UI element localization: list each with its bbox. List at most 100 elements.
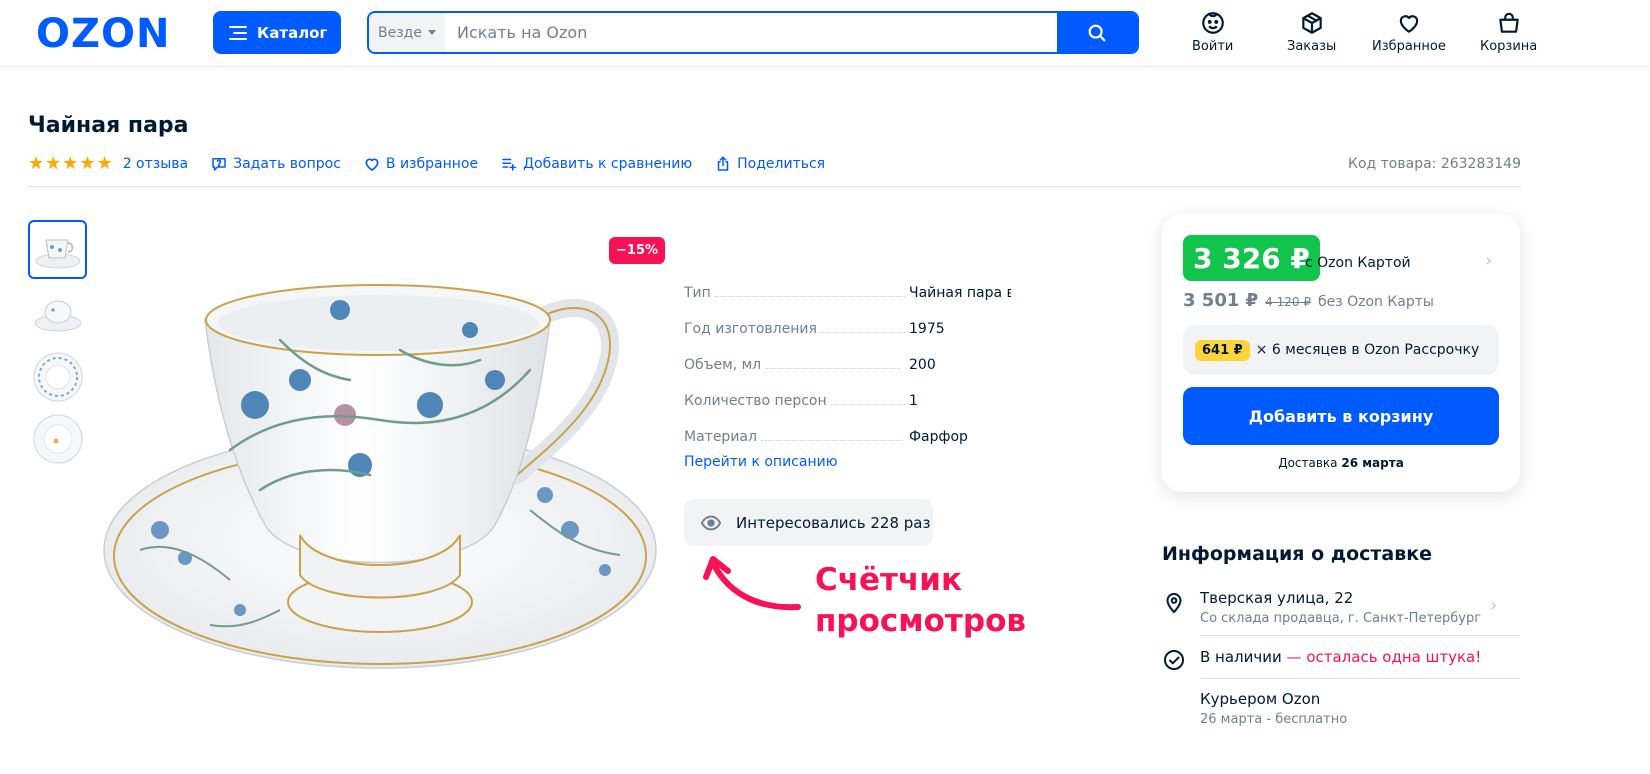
compare-label: Добавить к сравнению [523,156,693,172]
spec-key: Тип [684,285,711,301]
title-divider [28,186,1521,187]
search-scope-label: Везде [378,24,422,41]
gallery-thumb-1[interactable] [28,220,87,279]
old-price: 4 120 ₽ [1265,295,1311,309]
chevron-down-icon [427,30,436,35]
spec-leader [765,368,901,369]
spec-value: 1975 [909,321,945,337]
search-input[interactable] [445,13,1057,52]
spec-leader [820,332,923,333]
product-main-image[interactable] [100,230,660,700]
stock-row: В наличии — осталась одна штука! [1162,648,1520,674]
installment-text: × 6 месяцев в Ozon Рассрочку [1255,342,1480,358]
cart-button[interactable]: Корзина [1480,10,1537,54]
teacup-side-thumbnail [34,300,81,331]
gallery-thumb-2[interactable] [28,285,87,344]
courier-label: Курьером Ozon [1200,690,1321,708]
saucer-top-thumbnail [33,352,82,401]
spec-key: Год изготовления [684,321,817,337]
regular-price: 3 501 ₽ [1183,290,1259,311]
star-icon: ★ [79,153,96,174]
regular-price-row: 3 501 ₽ 4 120 ₽ без Ozon Карты [1183,290,1434,311]
user-face-icon [1201,12,1224,34]
callout-line-1: Счётчик [815,562,963,598]
catalog-button[interactable]: Каталог [213,11,341,54]
search-icon [1088,24,1106,41]
product-meta-row: ★ ★ ★ ★ ★ 2 отзыва Задать вопрос В избра… [28,152,1521,176]
ask-question-label: Задать вопрос [233,156,341,172]
spec-row: Год изготовления 1975 [684,301,1014,337]
add-to-cart-button[interactable]: Добавить в корзину [1183,387,1499,445]
spec-key: Материал [684,429,757,445]
bag-icon [1498,12,1519,33]
stock-label: В наличии [1200,648,1282,666]
callout-line-2: просмотров [815,603,1026,639]
spec-key: Количество персон [684,393,827,409]
spec-leader [714,296,905,297]
stock-status: В наличии — осталась одна штука! [1200,648,1481,666]
compare-list-icon [502,158,517,171]
spec-value: 1 [909,393,918,409]
regular-price-note: без Ozon Карты [1317,294,1434,310]
search-button[interactable] [1057,13,1137,52]
courier-row: Курьером Ozon 26 марта - бесплатно [1162,690,1520,730]
heart-icon [1399,15,1419,33]
box-icon [1301,12,1322,34]
star-icon: ★ [45,153,62,174]
login-label: Войти [1192,39,1234,54]
question-bubble-icon [212,158,226,171]
delivery-prefix: Доставка [1278,456,1338,470]
delivery-date-value: 26 марта [1341,456,1404,470]
share-link[interactable]: Поделиться [714,155,825,173]
catalog-button-label: Каталог [257,23,328,42]
spec-key: Объем, мл [684,357,762,373]
star-icon: ★ [28,153,45,174]
location-pin-icon [1166,593,1182,614]
search-scope-dropdown[interactable]: Везде [369,13,445,52]
spec-leader [760,440,903,441]
favorites-button[interactable]: Избранное [1372,10,1446,54]
views-callout: Счётчик просмотров [815,560,1026,642]
delivery-info-title: Информация о доставке [1162,543,1433,565]
login-button[interactable]: Войти [1192,10,1233,54]
share-icon [717,156,729,171]
ask-question-link[interactable]: Задать вопрос [210,155,341,173]
ozon-logo[interactable]: OZON [36,14,171,54]
search-bar: Везде [367,11,1139,54]
installment-offer[interactable]: 641 ₽ × 6 месяцев в Ozon Рассрочку [1183,325,1499,375]
installment-amount: 641 ₽ [1195,339,1250,361]
favorites-link-label: В избранное [385,156,479,172]
reviews-link[interactable]: 2 отзыва [123,156,188,172]
spec-row: Тип Чайная пара в [684,265,1014,301]
add-to-favorites-link[interactable]: В избранное [363,155,478,173]
product-specs: Тип Чайная пара в Год изготовления 1975 … [684,265,1014,445]
views-counter: Интересовались 228 раз [684,499,933,546]
gallery-thumb-3[interactable] [28,347,87,406]
compare-link[interactable]: Добавить к сравнению [500,155,692,173]
orders-button[interactable]: Заказы [1287,10,1336,54]
spec-leader [830,404,911,405]
delivery-address: Тверская улица, 22 [1200,589,1354,607]
courier-sub: 26 марта - бесплатно [1200,712,1348,727]
delivery-address-row[interactable]: Тверская улица, 22 Со склада продавца, г… [1162,589,1520,629]
spec-row: Количество персон 1 [684,373,1014,409]
views-text: Интересовались 228 раз [736,513,931,532]
chevron-right-icon[interactable]: › [1485,250,1492,271]
rating-stars[interactable]: ★ ★ ★ ★ ★ [28,155,113,173]
gallery-thumb-4[interactable] [28,409,87,468]
star-icon: ★ [62,153,79,174]
site-header: OZON Каталог Везде Войти Заказы Избранно… [0,0,1650,67]
spec-value: 200 [909,357,936,373]
product-sku: Код товара: 263283149 [1348,156,1521,172]
menu-icon [229,25,247,40]
card-price: 3 326 ₽ [1183,235,1320,281]
teacup-thumbnail [35,239,80,268]
saucer-bottom-thumbnail [33,414,82,463]
chevron-right-icon[interactable]: › [1490,595,1497,616]
spec-row: Объем, мл 200 [684,337,1014,373]
goto-description-link[interactable]: Перейти к описанию [684,454,837,470]
callout-arrow [703,556,801,611]
delivery-divider [1200,678,1520,679]
delivery-date: Доставка 26 марта [1162,456,1520,470]
check-circle-icon [1164,650,1184,670]
